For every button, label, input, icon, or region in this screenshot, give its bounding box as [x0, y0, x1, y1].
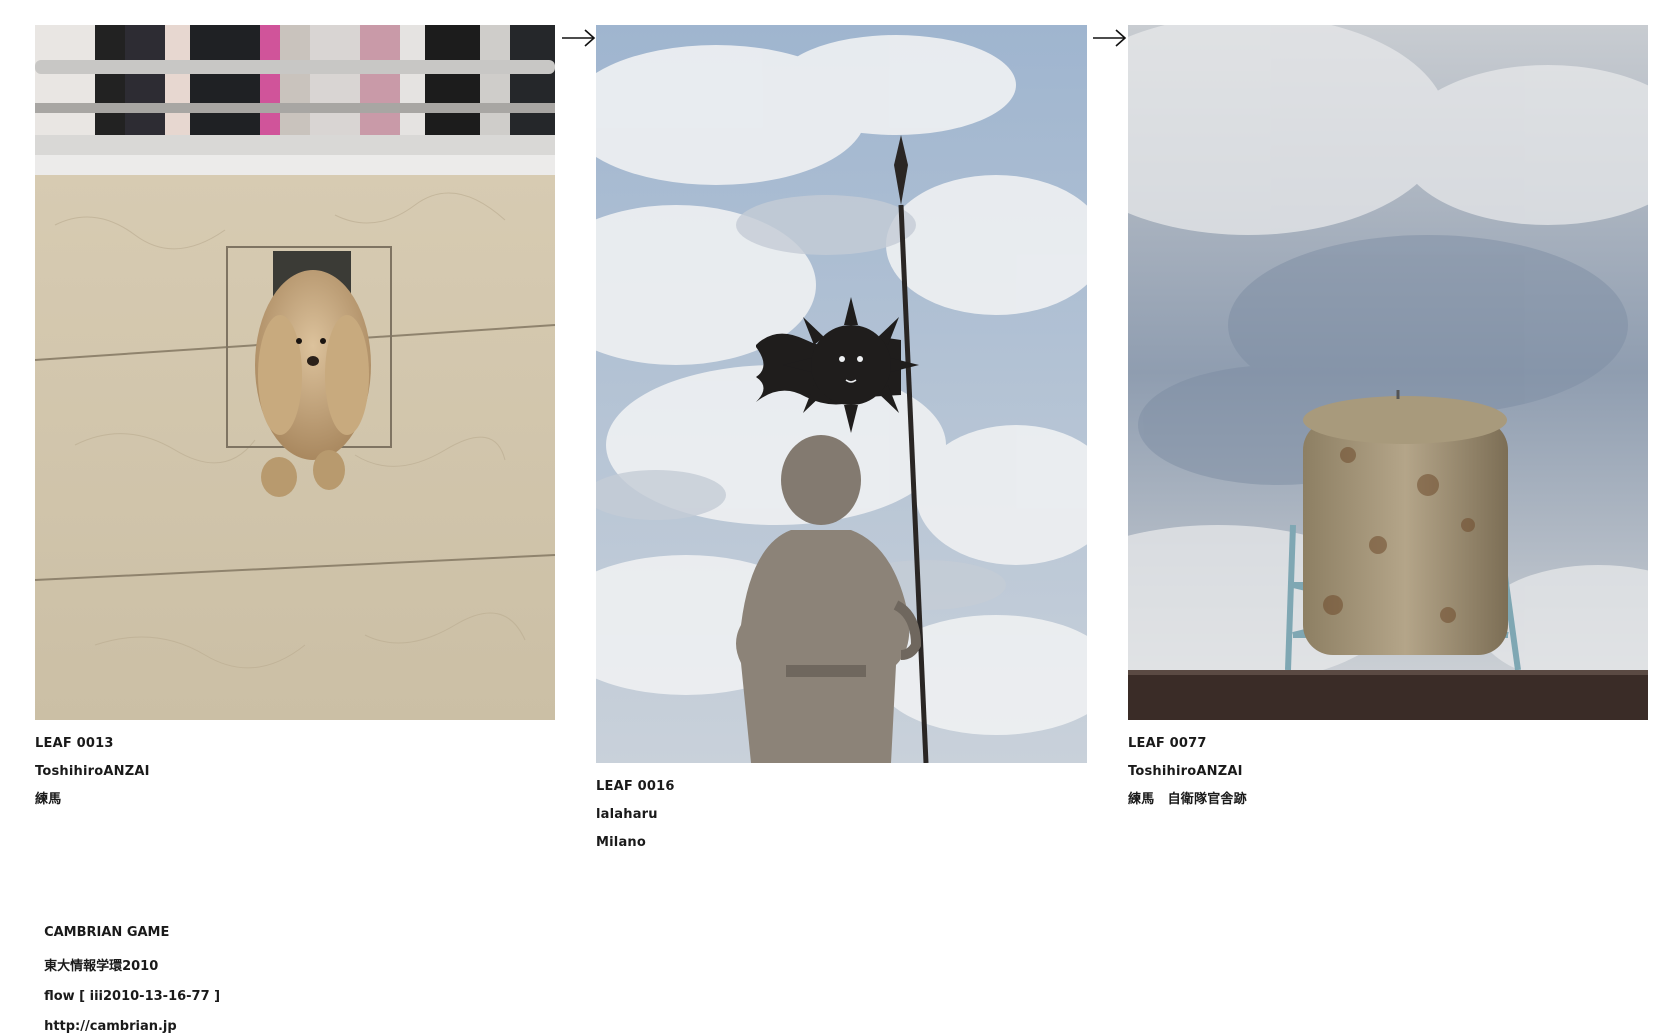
leaf-card-0077[interactable]: LEAF 0077 ToshihiroANZAI 練馬 自衛隊官舎跡	[1128, 25, 1648, 814]
footer-brand: CAMBRIAN GAME	[44, 925, 170, 940]
flow-arrow-icon	[1093, 29, 1127, 47]
leaf-location: Milano	[596, 835, 647, 850]
leaf-photo-dog[interactable]	[35, 25, 555, 720]
leaf-author: ToshihiroANZAI	[35, 764, 150, 779]
leaf-id: LEAF 0077	[1128, 736, 1207, 751]
footer: CAMBRIAN GAME 東大情報学環2010 flow [ iii2010-…	[35, 910, 220, 1034]
leaf-id: LEAF 0013	[35, 736, 114, 751]
flow-arrow-icon	[562, 29, 596, 47]
leaf-photo-water-tower[interactable]	[1128, 25, 1648, 720]
leaf-caption: LEAF 0013 ToshihiroANZAI 練馬	[35, 730, 555, 814]
leaf-card-0016[interactable]: LEAF 0016 lalaharu Milano	[596, 25, 1087, 857]
leaf-location: 練馬 自衛隊官舎跡	[1128, 792, 1247, 807]
leaf-id: LEAF 0016	[596, 779, 675, 794]
footer-flow: flow [ iii2010-13-16-77 ]	[44, 989, 221, 1004]
leaf-photo-statue[interactable]	[596, 25, 1087, 763]
leaf-caption: LEAF 0016 lalaharu Milano	[596, 773, 1087, 857]
footer-url-link[interactable]: http://cambrian.jp	[44, 1019, 177, 1034]
leaf-location: 練馬	[35, 792, 62, 807]
footer-event: 東大情報学環2010	[44, 959, 159, 974]
leaf-card-0013[interactable]: LEAF 0013 ToshihiroANZAI 練馬	[35, 25, 555, 814]
leaf-author: ToshihiroANZAI	[1128, 764, 1243, 779]
leaf-caption: LEAF 0077 ToshihiroANZAI 練馬 自衛隊官舎跡	[1128, 730, 1648, 814]
leaf-author: lalaharu	[596, 807, 658, 822]
